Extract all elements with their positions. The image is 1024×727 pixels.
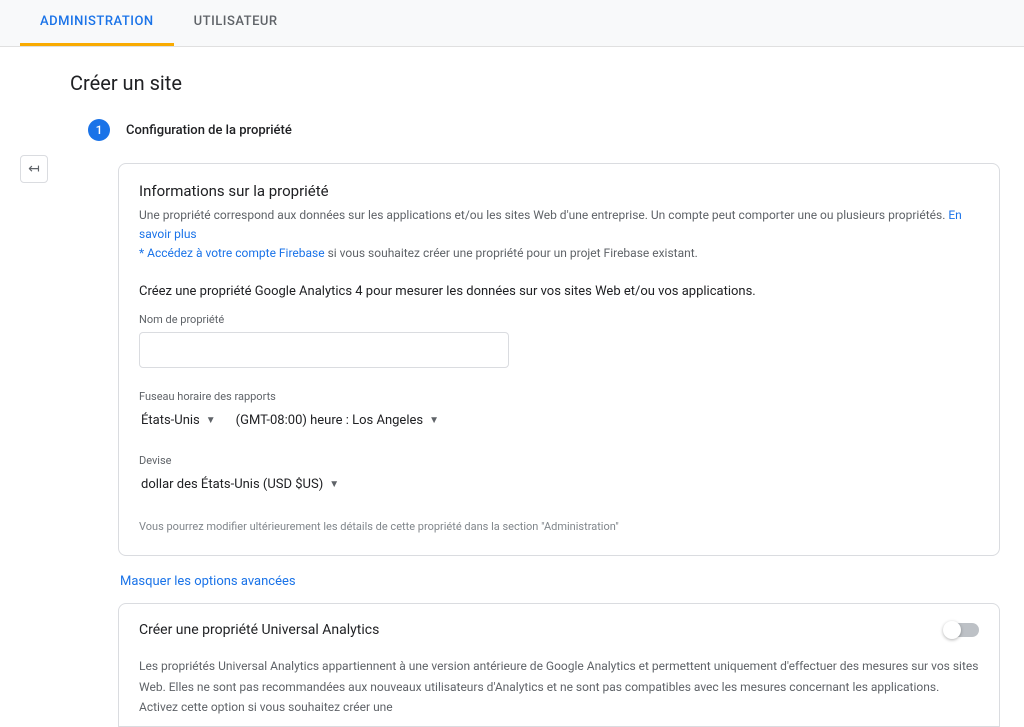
- ua-card-header: Créer une propriété Universal Analytics: [139, 622, 979, 638]
- currency-group: Devise dollar des États-Unis (USD $US) ▼: [139, 454, 979, 496]
- step-header: 1 Configuration de la propriété: [0, 119, 1024, 153]
- currency-select[interactable]: dollar des États-Unis (USD $US) ▼: [139, 473, 341, 496]
- tabs-bar: ADMINISTRATION UTILISATEUR: [0, 0, 1024, 47]
- back-button[interactable]: ↤: [20, 155, 48, 183]
- currency-value: dollar des États-Unis (USD $US): [141, 477, 323, 492]
- chevron-down-icon: ▼: [329, 479, 339, 490]
- firebase-link[interactable]: Accédez à votre compte Firebase: [147, 246, 324, 260]
- firebase-line: * Accédez à votre compte Firebase si vou…: [139, 246, 979, 260]
- hide-advanced-link[interactable]: Masquer les options avancées: [120, 574, 296, 589]
- ua-card-title: Créer une propriété Universal Analytics: [139, 622, 379, 638]
- tab-utilisateur[interactable]: UTILISATEUR: [174, 0, 298, 46]
- timezone-group: Fuseau horaire des rapports États-Unis ▼…: [139, 390, 979, 432]
- card-title: Informations sur la propriété: [139, 182, 979, 200]
- timezone-select[interactable]: (GMT-08:00) heure : Los Angeles ▼: [234, 409, 441, 432]
- country-value: États-Unis: [141, 413, 200, 428]
- card-description: Une propriété correspond aux données sur…: [139, 206, 979, 244]
- chevron-down-icon: ▼: [206, 415, 216, 426]
- timezone-label: Fuseau horaire des rapports: [139, 390, 979, 403]
- country-select[interactable]: États-Unis ▼: [139, 409, 218, 432]
- firebase-prefix: *: [139, 246, 144, 260]
- firebase-rest: si vous souhaitez créer une propriété po…: [328, 246, 698, 260]
- card-desc-text: Une propriété correspond aux données sur…: [139, 208, 945, 222]
- step-title: Configuration de la propriété: [126, 123, 292, 138]
- instruction-text: Créez une propriété Google Analytics 4 p…: [139, 284, 979, 299]
- property-info-card: Informations sur la propriété Une propri…: [118, 163, 1000, 556]
- ua-toggle[interactable]: [945, 623, 979, 637]
- ua-card-body: Les propriétés Universal Analytics appar…: [139, 656, 979, 725]
- property-name-label: Nom de propriété: [139, 313, 979, 326]
- timezone-value: (GMT-08:00) heure : Los Angeles: [236, 413, 423, 428]
- tab-administration[interactable]: ADMINISTRATION: [20, 0, 174, 46]
- currency-label: Devise: [139, 454, 979, 467]
- page-title: Créer un site: [0, 47, 1024, 119]
- timezone-row: États-Unis ▼ (GMT-08:00) heure : Los Ang…: [139, 409, 979, 432]
- step-number: 1: [88, 119, 110, 141]
- content: Créer un site ↤ 1 Configuration de la pr…: [0, 47, 1024, 727]
- chevron-down-icon: ▼: [429, 415, 439, 426]
- back-icon: ↤: [28, 161, 40, 177]
- edit-later-note: Vous pourrez modifier ultérieurement les…: [139, 520, 979, 533]
- universal-analytics-card: Créer une propriété Universal Analytics …: [118, 603, 1000, 726]
- property-name-input[interactable]: [139, 332, 509, 368]
